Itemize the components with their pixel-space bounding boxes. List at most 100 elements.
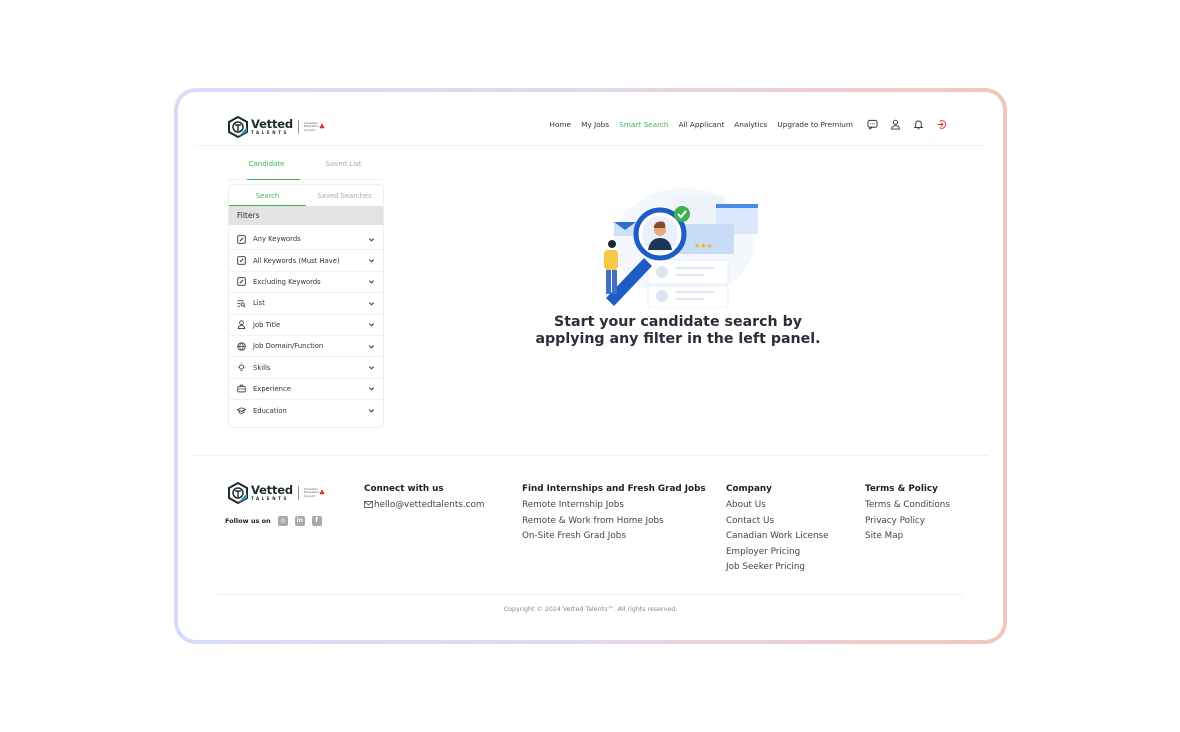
search-tabs: Search Saved Searches: [229, 185, 383, 206]
nav-my-jobs[interactable]: My Jobs: [581, 120, 609, 129]
footer-link-contact[interactable]: Contact Us: [726, 516, 829, 526]
logo-subtext: TALENTS: [251, 496, 289, 502]
filter-label: Excluding Keywords: [253, 277, 321, 286]
window-frame: Vetted TALENTS Canadian Education Counci…: [174, 88, 1007, 644]
content-divider: [192, 455, 989, 456]
chevron-down-icon: [368, 259, 375, 263]
filter-job-title[interactable]: Job Title: [229, 315, 383, 336]
nav-home[interactable]: Home: [550, 120, 572, 129]
tab-candidate[interactable]: Candidate: [228, 154, 305, 180]
svg-text:★: ★: [713, 242, 719, 250]
footer-company-title: Company: [726, 484, 772, 494]
logo-wordmark: Vetted: [251, 116, 293, 131]
maple-leaf-icon: ♣: [318, 489, 326, 497]
lightbulb-icon: [237, 363, 246, 371]
filter-education[interactable]: Education: [229, 400, 383, 421]
logo[interactable]: Vetted TALENTS Canadian Education Counci…: [228, 116, 325, 138]
footer-link-about[interactable]: About Us: [726, 500, 829, 510]
nav-upgrade-premium[interactable]: Upgrade to Premium: [777, 120, 853, 129]
filter-label: Experience: [253, 384, 291, 393]
candidate-search-illustration: ★★★ ★: [604, 188, 758, 308]
user-icon: [237, 320, 246, 330]
maple-leaf-icon: ♣: [318, 123, 326, 131]
logo-wordmark: Vetted: [251, 482, 293, 497]
footer-link-terms[interactable]: Terms & Conditions: [865, 500, 950, 510]
footer-link-privacy[interactable]: Privacy Policy: [865, 516, 950, 526]
facebook-icon[interactable]: f: [311, 516, 322, 526]
filter-label: List: [253, 299, 265, 308]
nav-smart-search[interactable]: Smart Search: [619, 120, 668, 129]
globe-icon: [237, 341, 246, 351]
filter-job-domain[interactable]: Job Domain/Function: [229, 336, 383, 358]
header: Vetted TALENTS Canadian Education Counci…: [196, 112, 983, 146]
filter-panel: Search Saved Searches Filters Any Keywor…: [228, 184, 384, 428]
filter-all-keywords[interactable]: All Keywords (Must Have): [229, 250, 383, 272]
logo-hex-icon: [228, 116, 248, 138]
follow-label: Follow us on: [225, 517, 271, 525]
filters-heading: Filters: [229, 206, 383, 225]
footer-link-sitemap[interactable]: Site Map: [865, 531, 950, 541]
filter-label: Any Keywords: [253, 235, 301, 244]
chevron-down-icon: [368, 280, 375, 285]
svg-text:★★★: ★★★: [694, 242, 713, 250]
footer-find-jobs: Find Internships and Fresh Grad Jobs Rem…: [522, 484, 706, 547]
filter-label: Job Title: [253, 320, 281, 329]
footer-terms-title: Terms & Policy: [865, 484, 938, 494]
chevron-down-icon: [368, 366, 375, 370]
footer-divider: [218, 594, 963, 595]
filter-label: Skills: [253, 363, 271, 372]
bell-icon[interactable]: [913, 119, 924, 130]
chevron-down-icon: [368, 323, 375, 327]
filters-list: Any Keywords All Keywords (Must Have) Ex…: [229, 225, 383, 422]
footer-link-employer-pricing[interactable]: Employer Pricing: [726, 547, 829, 557]
logo-tagline: Canadian Education Council: [303, 487, 319, 498]
keyword-icon: [237, 234, 246, 244]
empty-state-line2: applying any filter in the left panel.: [535, 331, 821, 347]
footer-logo[interactable]: Vetted TALENTS Canadian Education Counci…: [228, 482, 325, 504]
logout-icon[interactable]: [936, 119, 947, 130]
linkedin-icon[interactable]: in: [294, 516, 305, 526]
logo-hex-icon: [228, 482, 248, 504]
chat-icon[interactable]: [867, 119, 878, 130]
footer-link-onsite-fresh-grad[interactable]: On-Site Fresh Grad Jobs: [522, 531, 706, 541]
filter-label: Education: [253, 406, 287, 415]
chevron-down-icon: [368, 344, 375, 349]
nav-analytics[interactable]: Analytics: [734, 120, 767, 129]
filter-list[interactable]: List: [229, 293, 383, 315]
empty-state-message: Start your candidate search by applying …: [518, 314, 838, 348]
footer-link-jobseeker-pricing[interactable]: Job Seeker Pricing: [726, 562, 829, 572]
email-text: hello@vettedtalents.com: [374, 500, 485, 510]
instagram-icon[interactable]: ◎: [277, 516, 288, 526]
chevron-down-icon: [368, 237, 375, 242]
copyright: Copyright © 2024 Vetted Talents™. All ri…: [503, 606, 678, 613]
email-link[interactable]: hello@vettedtalents.com: [364, 500, 484, 510]
footer-connect-title: Connect with us: [364, 484, 444, 494]
footer-find-title: Find Internships and Fresh Grad Jobs: [522, 484, 706, 494]
tab-saved-searches[interactable]: Saved Searches: [306, 185, 383, 206]
briefcase-icon: [237, 385, 246, 393]
logo-subtext: TALENTS: [251, 130, 289, 136]
nav-all-applicant[interactable]: All Applicant: [679, 120, 725, 129]
filter-any-keywords[interactable]: Any Keywords: [229, 229, 383, 251]
filter-excluding-keywords[interactable]: Excluding Keywords: [229, 272, 383, 294]
user-icon[interactable]: [890, 119, 901, 130]
keyword-icon: [237, 256, 246, 265]
tab-search[interactable]: Search: [229, 185, 306, 206]
logo-divider: [297, 120, 299, 134]
footer-link-work-license[interactable]: Canadian Work License: [726, 531, 829, 541]
tab-saved-list[interactable]: Saved List: [305, 154, 382, 179]
footer-link-remote-internship[interactable]: Remote Internship Jobs: [522, 500, 706, 510]
filter-skills[interactable]: Skills: [229, 357, 383, 379]
footer-link-remote-wfh[interactable]: Remote & Work from Home Jobs: [522, 516, 706, 526]
footer-company: Company About Us Contact Us Canadian Wor…: [726, 484, 829, 578]
logo-divider: [297, 486, 299, 500]
footer-connect: Connect with us hello@vettedtalents.com: [364, 484, 484, 516]
main-nav: Home My Jobs Smart Search All Applicant …: [550, 119, 947, 130]
keyword-icon: [237, 277, 246, 287]
filter-experience[interactable]: Experience: [229, 379, 383, 401]
chevron-down-icon: [368, 387, 375, 391]
candidate-tabs: Candidate Saved List: [228, 154, 382, 180]
graduation-cap-icon: [237, 407, 246, 415]
chevron-down-icon: [368, 302, 375, 306]
chevron-down-icon: [368, 409, 375, 413]
